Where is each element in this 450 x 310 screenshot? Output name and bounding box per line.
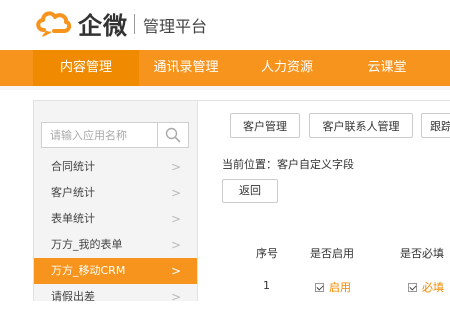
chevron-right-icon: > bbox=[170, 212, 181, 226]
logo-divider bbox=[134, 14, 135, 34]
subtab-tracking[interactable]: 跟踪 bbox=[421, 113, 450, 138]
platform-title: 管理平台 bbox=[143, 17, 208, 36]
row-index: 1 bbox=[263, 279, 270, 292]
sidebar-item-label: 万方_我的表单 bbox=[51, 238, 123, 251]
column-header-required: 是否必填 bbox=[400, 247, 444, 260]
subtab-customer-management[interactable]: 客户管理 bbox=[230, 113, 300, 138]
sidebar-item-leave-travel[interactable]: 请假出差 > bbox=[34, 284, 197, 310]
chevron-right-icon: > bbox=[170, 290, 181, 304]
required-label: 必填 bbox=[422, 281, 444, 294]
search-button[interactable] bbox=[157, 123, 188, 147]
chevron-right-icon: > bbox=[170, 238, 181, 252]
logo-text: 企微 bbox=[78, 12, 128, 40]
cloud-chat-icon bbox=[36, 11, 72, 37]
column-header-enabled: 是否启用 bbox=[310, 247, 354, 260]
sidebar-item-label: 客户统计 bbox=[51, 186, 95, 199]
required-cell: 必填 bbox=[408, 279, 444, 295]
sidebar-item-label: 请假出差 bbox=[51, 290, 95, 303]
sidebar-item-form-stats[interactable]: 表单统计 > bbox=[34, 206, 197, 232]
search-input[interactable] bbox=[42, 123, 154, 147]
header: 企微 管理平台 bbox=[0, 0, 450, 50]
sidebar-item-mobile-crm[interactable]: 万方_移动CRM > bbox=[34, 258, 197, 284]
main-nav: 内容管理 通讯录管理 人力资源 云课堂 bbox=[0, 50, 450, 86]
nav-separator bbox=[0, 86, 450, 90]
chevron-right-icon: > bbox=[170, 186, 181, 200]
chevron-right-icon: > bbox=[170, 264, 181, 278]
sidebar-item-label: 合同统计 bbox=[51, 160, 95, 173]
tab-cloud-classroom[interactable]: 云课堂 bbox=[340, 50, 434, 86]
sidebar-item-contract-stats[interactable]: 合同统计 > bbox=[34, 154, 197, 180]
sidebar-item-customer-stats[interactable]: 客户统计 > bbox=[34, 180, 197, 206]
sidebar-item-label: 万方_移动CRM bbox=[51, 264, 126, 277]
tab-human-resources[interactable]: 人力资源 bbox=[240, 50, 334, 86]
breadcrumb: 当前位置：客户自定义字段 bbox=[222, 158, 354, 171]
tab-contacts-management[interactable]: 通讯录管理 bbox=[139, 50, 233, 86]
sidebar-item-my-forms[interactable]: 万方_我的表单 > bbox=[34, 232, 197, 258]
sidebar: 合同统计 > 客户统计 > 表单统计 > 万方_我的表单 > 万方_移动CRM … bbox=[33, 100, 198, 304]
enabled-cell: 启用 bbox=[315, 279, 351, 295]
chevron-right-icon: > bbox=[170, 160, 181, 174]
back-button[interactable]: 返回 bbox=[222, 179, 278, 203]
enabled-label: 启用 bbox=[329, 281, 351, 294]
required-checkbox[interactable] bbox=[408, 283, 417, 292]
search-box bbox=[41, 122, 189, 148]
sidebar-item-label: 表单统计 bbox=[51, 212, 95, 225]
enabled-checkbox[interactable] bbox=[315, 283, 324, 292]
subtab-customer-contacts[interactable]: 客户联系人管理 bbox=[309, 113, 413, 138]
search-icon bbox=[165, 127, 181, 143]
tab-content-management[interactable]: 内容管理 bbox=[33, 50, 139, 86]
column-header-index: 序号 bbox=[256, 247, 278, 260]
